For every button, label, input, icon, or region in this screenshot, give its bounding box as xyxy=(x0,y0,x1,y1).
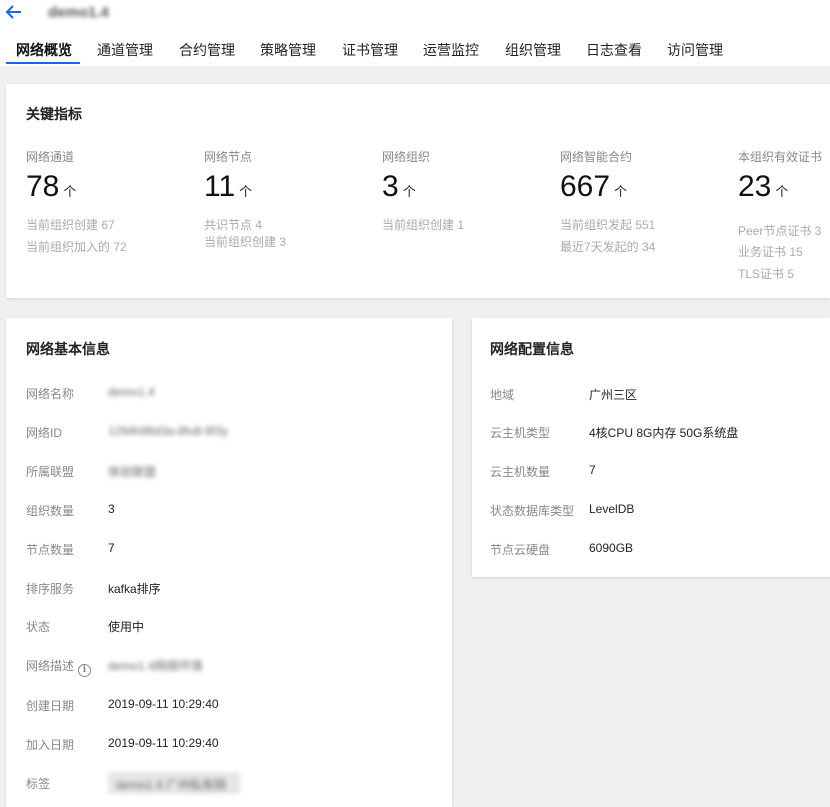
state-db-value: LevelDB xyxy=(589,502,635,516)
row-label: 加入日期 xyxy=(26,738,75,752)
metric-sub: 共识节点 4 xyxy=(204,218,263,232)
tab-organizations[interactable]: 组织管理 xyxy=(505,40,561,60)
node-count-value: 7 xyxy=(108,541,115,555)
instance-type-value: 4核CPU 8G内存 50G系统盘 xyxy=(589,426,739,440)
ordering-service-value: kafka排序 xyxy=(108,582,161,596)
row-label: 云主机类型 xyxy=(490,426,551,440)
config-info-title: 网络配置信息 xyxy=(490,341,574,357)
network-name-value: demo1.4 xyxy=(108,385,155,399)
tab-access[interactable]: 访问管理 xyxy=(667,40,723,60)
metric-sub: 当前组织创建 3 xyxy=(204,235,287,249)
metric-label: 网络通道 xyxy=(26,150,75,164)
disk-value: 6090GB xyxy=(589,541,634,555)
metric-label: 本组织有效证书 xyxy=(738,150,823,164)
row-label: 所属联盟 xyxy=(26,465,75,479)
row-label: 创建日期 xyxy=(26,699,75,713)
row-label: 网络ID xyxy=(26,426,63,440)
instance-count-value: 7 xyxy=(589,463,596,477)
row-label: 状态 xyxy=(26,620,51,634)
metric-sub: 当前组织创建 1 xyxy=(382,218,465,232)
info-icon[interactable]: i xyxy=(78,664,92,677)
metric-sub: 当前组织创建 67 xyxy=(26,218,115,232)
metric-sub: 业务证书 15 xyxy=(738,245,803,259)
row-label: 标签 xyxy=(26,777,51,791)
alliance-value: 体验联盟 xyxy=(108,465,157,479)
metric-label: 网络组织 xyxy=(382,150,431,164)
description-value: demo1.4网络环境 xyxy=(108,659,203,673)
metric-sub: 当前组织加入的 72 xyxy=(26,240,127,254)
row-label: 组织数量 xyxy=(26,504,75,518)
metric-value: 23 个 xyxy=(738,170,789,203)
tab-channels[interactable]: 通道管理 xyxy=(97,40,153,60)
created-date-value: 2019-09-11 10:29:40 xyxy=(108,697,219,711)
tab-overview[interactable]: 网络概览 xyxy=(16,40,72,60)
row-label: 节点云硬盘 xyxy=(490,543,551,557)
tab-monitoring[interactable]: 运营监控 xyxy=(423,40,479,60)
row-label: 节点数量 xyxy=(26,543,75,557)
row-label: 网络描述 i xyxy=(26,657,92,677)
metric-value: 667 个 xyxy=(560,170,628,203)
tab-contracts[interactable]: 合约管理 xyxy=(179,40,235,60)
tab-policies[interactable]: 策略管理 xyxy=(260,40,316,60)
top-bar: demo1.4 网络概览 通道管理 合约管理 策略管理 证书管理 运营监控 组织… xyxy=(0,0,830,66)
page-title: demo1.4 xyxy=(48,4,109,21)
region-value: 广州三区 xyxy=(589,388,638,402)
metric-sub: 最近7天发起的 34 xyxy=(560,240,656,254)
row-label: 状态数据库类型 xyxy=(490,504,575,518)
tags-value: demo1.4 广州私有网 xyxy=(116,778,227,792)
metric-value: 11 个 xyxy=(204,170,253,203)
row-label: 云主机数量 xyxy=(490,465,551,479)
tab-logs[interactable]: 日志查看 xyxy=(586,40,642,60)
tab-bar: 网络概览 通道管理 合约管理 策略管理 证书管理 运营监控 组织管理 日志查看 … xyxy=(0,36,830,66)
key-metrics-title: 关键指标 xyxy=(26,106,82,122)
metric-label: 网络节点 xyxy=(204,150,253,164)
config-info-card: 网络配置信息 xyxy=(472,318,830,577)
tab-certificates[interactable]: 证书管理 xyxy=(342,40,398,60)
network-id-value: 1294h9fid3a-8fu8-8f3y xyxy=(108,424,229,438)
metric-value: 3个 xyxy=(382,170,416,203)
row-label: 排序服务 xyxy=(26,582,75,596)
metric-label: 网络智能合约 xyxy=(560,150,633,164)
row-label: 网络名称 xyxy=(26,387,75,401)
org-count-value: 3 xyxy=(108,502,115,516)
active-tab-indicator xyxy=(6,62,80,64)
joined-date-value: 2019-09-11 10:29:40 xyxy=(108,736,219,750)
metric-value: 78 个 xyxy=(26,170,77,203)
metric-sub: 当前组织发起 551 xyxy=(560,218,656,232)
back-arrow-icon[interactable] xyxy=(4,2,26,24)
row-label: 地域 xyxy=(490,388,515,402)
metric-sub: Peer节点证书 3 xyxy=(738,224,822,238)
key-metrics-card: 关键指标 网络通道 78 个 当前组织创建 67 当前组织加入的 72 网络节点 … xyxy=(6,84,830,298)
metric-sub: TLS证书 5 xyxy=(738,267,795,281)
status-value: 使用中 xyxy=(108,620,145,634)
basic-info-title: 网络基本信息 xyxy=(26,341,110,357)
